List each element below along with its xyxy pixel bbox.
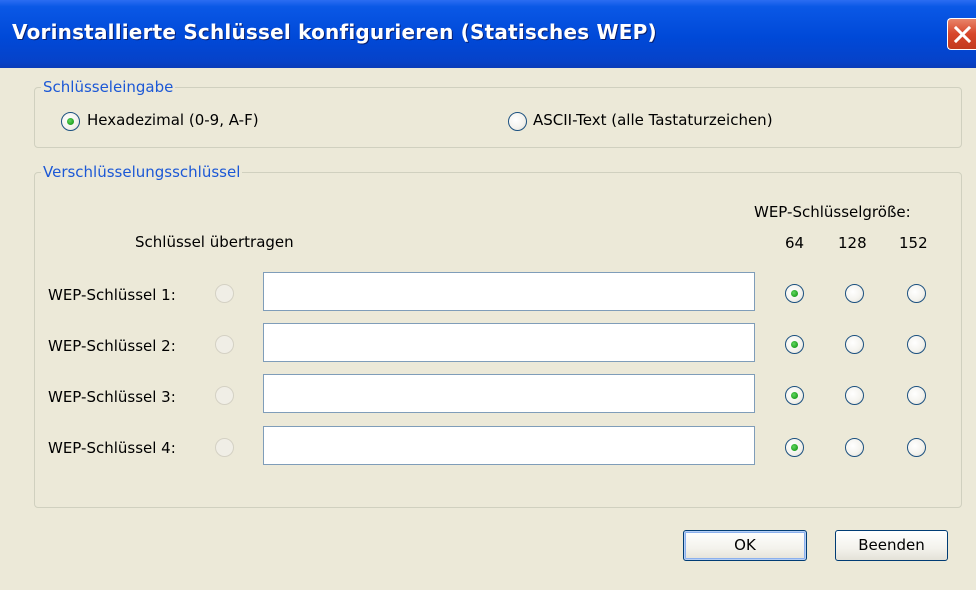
wep-key-1-transmit-radio[interactable] xyxy=(215,284,234,303)
wep-key-2-size-128-radio[interactable] xyxy=(845,335,864,354)
size-header-152: 152 xyxy=(899,234,928,252)
transmit-key-header: Schlüssel übertragen xyxy=(135,233,294,251)
hex-radio[interactable] xyxy=(61,112,80,131)
wep-key-2-transmit-radio[interactable] xyxy=(215,335,234,354)
wep-key-3-label: WEP-Schlüssel 3: xyxy=(48,388,176,406)
key-size-header: WEP-Schlüsselgröße: xyxy=(754,203,911,221)
wep-key-2-input[interactable] xyxy=(263,323,755,362)
wep-key-2-size-152-radio[interactable] xyxy=(907,335,926,354)
wep-key-4-size-128-radio[interactable] xyxy=(845,438,864,457)
close-icon xyxy=(954,26,971,43)
wep-key-1-size-128-radio[interactable] xyxy=(845,284,864,303)
ascii-label[interactable]: ASCII-Text (alle Tastaturzeichen) xyxy=(533,111,773,129)
wep-key-1-size-152-radio[interactable] xyxy=(907,284,926,303)
wep-key-3-size-64-radio[interactable] xyxy=(785,386,804,405)
wep-key-3-transmit-radio[interactable] xyxy=(215,386,234,405)
wep-key-4-label: WEP-Schlüssel 4: xyxy=(48,439,176,457)
wep-key-4-transmit-radio[interactable] xyxy=(215,438,234,457)
wep-key-1-label: WEP-Schlüssel 1: xyxy=(48,286,176,304)
size-header-128: 128 xyxy=(838,234,867,252)
size-header-64: 64 xyxy=(785,234,805,252)
wep-key-3-size-152-radio[interactable] xyxy=(907,386,926,405)
ascii-radio[interactable] xyxy=(508,112,527,131)
wep-key-3-size-128-radio[interactable] xyxy=(845,386,864,405)
close-button[interactable] xyxy=(947,18,976,50)
wep-key-4-size-152-radio[interactable] xyxy=(907,438,926,457)
wep-key-2-size-64-radio[interactable] xyxy=(785,335,804,354)
wep-key-2-label: WEP-Schlüssel 2: xyxy=(48,337,176,355)
encryption-keys-group-label: Verschlüsselungsschlüssel xyxy=(43,163,241,181)
wep-key-1-size-64-radio[interactable] xyxy=(785,284,804,303)
wep-key-4-input[interactable] xyxy=(263,426,755,465)
wep-key-4-size-64-radio[interactable] xyxy=(785,438,804,457)
hex-label[interactable]: Hexadezimal (0-9, A-F) xyxy=(87,111,259,129)
wep-key-1-input[interactable] xyxy=(263,272,755,311)
window-title: Vorinstallierte Schlüssel konfigurieren … xyxy=(12,20,657,44)
key-input-group-label: Schlüsseleingabe xyxy=(43,78,174,96)
cancel-button[interactable]: Beenden xyxy=(835,530,948,561)
title-bar: Vorinstallierte Schlüssel konfigurieren … xyxy=(0,0,976,68)
wep-key-3-input[interactable] xyxy=(263,374,755,413)
ok-button[interactable]: OK xyxy=(683,530,807,561)
